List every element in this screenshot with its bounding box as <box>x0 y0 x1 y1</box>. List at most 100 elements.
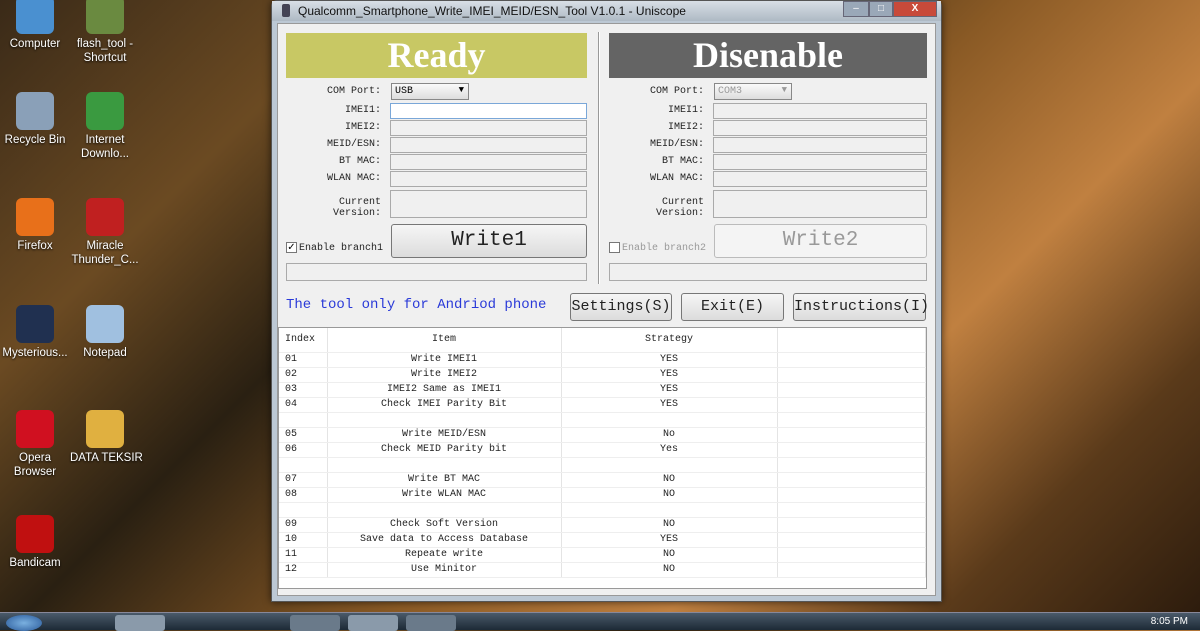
close-button[interactable]: X <box>893 1 937 17</box>
field-input[interactable] <box>390 120 587 136</box>
row-item: Write IMEI1 <box>327 352 562 368</box>
table-row[interactable] <box>279 412 926 428</box>
row-strategy: YES <box>561 367 778 383</box>
desktop-icon[interactable]: Opera Browser <box>0 410 70 479</box>
field-label: IMEI1: <box>667 105 704 116</box>
enable-checkbox[interactable] <box>609 242 620 253</box>
table-row[interactable] <box>279 502 926 518</box>
minimize-button[interactable]: – <box>843 1 869 17</box>
row-strategy <box>561 457 778 473</box>
row-strategy: YES <box>561 352 778 368</box>
desktop-icon[interactable]: Mysterious... <box>0 305 70 360</box>
header-strategy[interactable]: Strategy <box>561 328 778 353</box>
opera-taskbar-icon[interactable] <box>290 615 340 631</box>
field-label: IMEI2: <box>667 122 704 133</box>
write-button[interactable]: Write2 <box>714 224 927 258</box>
desktop-icon[interactable]: Computer <box>0 0 70 51</box>
explorer-taskbar-icon[interactable] <box>115 615 165 631</box>
ie-icon[interactable] <box>62 615 112 631</box>
row-blank <box>777 442 926 458</box>
desktop-app-icon <box>86 198 124 236</box>
row-strategy <box>561 412 778 428</box>
instructions-button[interactable]: Instructions(I) <box>793 293 929 321</box>
status-banner: Disenable <box>609 33 927 78</box>
field-input[interactable] <box>713 103 927 119</box>
header-item[interactable]: Item <box>327 328 562 353</box>
desktop-icon[interactable]: Notepad <box>70 305 140 360</box>
field-input[interactable] <box>390 137 587 153</box>
table-row[interactable] <box>279 457 926 473</box>
row-strategy <box>561 502 778 518</box>
table-row[interactable]: 03 IMEI2 Same as IMEI1 YES <box>279 382 926 398</box>
desktop-icon-label: Mysterious... <box>2 347 68 359</box>
row-item <box>327 457 562 473</box>
start-button[interactable] <box>6 615 42 631</box>
desktop-icon[interactable]: flash_tool - Shortcut <box>70 0 140 65</box>
row-index <box>279 502 328 518</box>
desktop-icon-label: Opera Browser <box>13 452 57 478</box>
table-row[interactable]: 12 Use Minitor NO <box>279 562 926 578</box>
row-item: Check Soft Version <box>327 517 562 533</box>
desktop-icon[interactable]: Recycle Bin <box>0 92 70 147</box>
table-row[interactable]: 08 Write WLAN MAC NO <box>279 487 926 503</box>
com-port-select[interactable]: USB ▼ <box>391 83 469 100</box>
version-field <box>713 190 927 218</box>
table-row[interactable]: 10 Save data to Access Database YES <box>279 532 926 548</box>
table-row[interactable]: 11 Repeate write NO <box>279 547 926 563</box>
com-port-select[interactable]: COM3 ▼ <box>714 83 792 100</box>
com-port-value: USB <box>395 86 414 97</box>
write-button[interactable]: Write1 <box>391 224 587 258</box>
desktop-icon[interactable]: Firefox <box>0 198 70 253</box>
field-input[interactable] <box>713 120 927 136</box>
table-row[interactable]: 09 Check Soft Version NO <box>279 517 926 533</box>
field-input[interactable] <box>390 171 587 187</box>
header-index[interactable]: Index <box>279 328 328 353</box>
row-item: Write MEID/ESN <box>327 427 562 443</box>
tool-taskbar-icon[interactable] <box>348 615 398 631</box>
table-row[interactable]: 04 Check IMEI Parity Bit YES <box>279 397 926 413</box>
table-row[interactable]: 06 Check MEID Parity bit Yes <box>279 442 926 458</box>
desktop-icon-label: Miracle Thunder_C... <box>71 240 139 266</box>
row-item: Use Minitor <box>327 562 562 578</box>
title-bar[interactable]: Qualcomm_Smartphone_Write_IMEI_MEID/ESN_… <box>272 1 941 21</box>
row-blank <box>777 532 926 548</box>
row-strategy: NO <box>561 547 778 563</box>
firefox-taskbar-icon[interactable] <box>235 615 285 631</box>
row-item: Repeate write <box>327 547 562 563</box>
desktop-app-icon <box>16 305 54 343</box>
enable-checkbox[interactable]: ✓ <box>286 242 297 253</box>
desktop-icon[interactable]: DATA TEKSIR <box>70 410 143 465</box>
row-blank <box>777 412 926 428</box>
desktop-icon[interactable]: Miracle Thunder_C... <box>70 198 140 267</box>
desktop-icon[interactable]: Internet Downlo... <box>70 92 140 161</box>
field-input[interactable] <box>390 103 587 119</box>
table-row[interactable]: 05 Write MEID/ESN No <box>279 427 926 443</box>
settings-button[interactable]: Settings(S) <box>570 293 672 321</box>
row-blank <box>777 427 926 443</box>
row-blank <box>777 502 926 518</box>
desktop-icon[interactable]: Bandicam <box>0 515 70 570</box>
desktop-app-icon <box>86 410 124 448</box>
field-input[interactable] <box>390 154 587 170</box>
row-strategy: Yes <box>561 442 778 458</box>
desktop-icon-label: Bandicam <box>9 557 61 569</box>
row-item: Save data to Access Database <box>327 532 562 548</box>
field-input[interactable] <box>713 137 927 153</box>
row-strategy: NO <box>561 487 778 503</box>
table-row[interactable]: 01 Write IMEI1 YES <box>279 352 926 368</box>
com-port-value: COM3 <box>718 86 743 97</box>
media-taskbar-icon[interactable] <box>175 615 225 631</box>
enable-label: Enable branch2 <box>622 243 707 254</box>
clock[interactable]: 8:05 PM <box>1151 616 1188 627</box>
table-row[interactable]: 07 Write BT MAC NO <box>279 472 926 488</box>
bandicam-taskbar-icon[interactable] <box>406 615 456 631</box>
app-window: Qualcomm_Smartphone_Write_IMEI_MEID/ESN_… <box>271 0 942 602</box>
field-input[interactable] <box>713 171 927 187</box>
field-input[interactable] <box>713 154 927 170</box>
exit-button[interactable]: Exit(E) <box>681 293 784 321</box>
table-row[interactable]: 02 Write IMEI2 YES <box>279 367 926 383</box>
desktop-app-icon <box>16 0 54 34</box>
maximize-button[interactable]: □ <box>869 1 893 17</box>
row-blank <box>777 562 926 578</box>
panel-divider <box>598 32 600 284</box>
